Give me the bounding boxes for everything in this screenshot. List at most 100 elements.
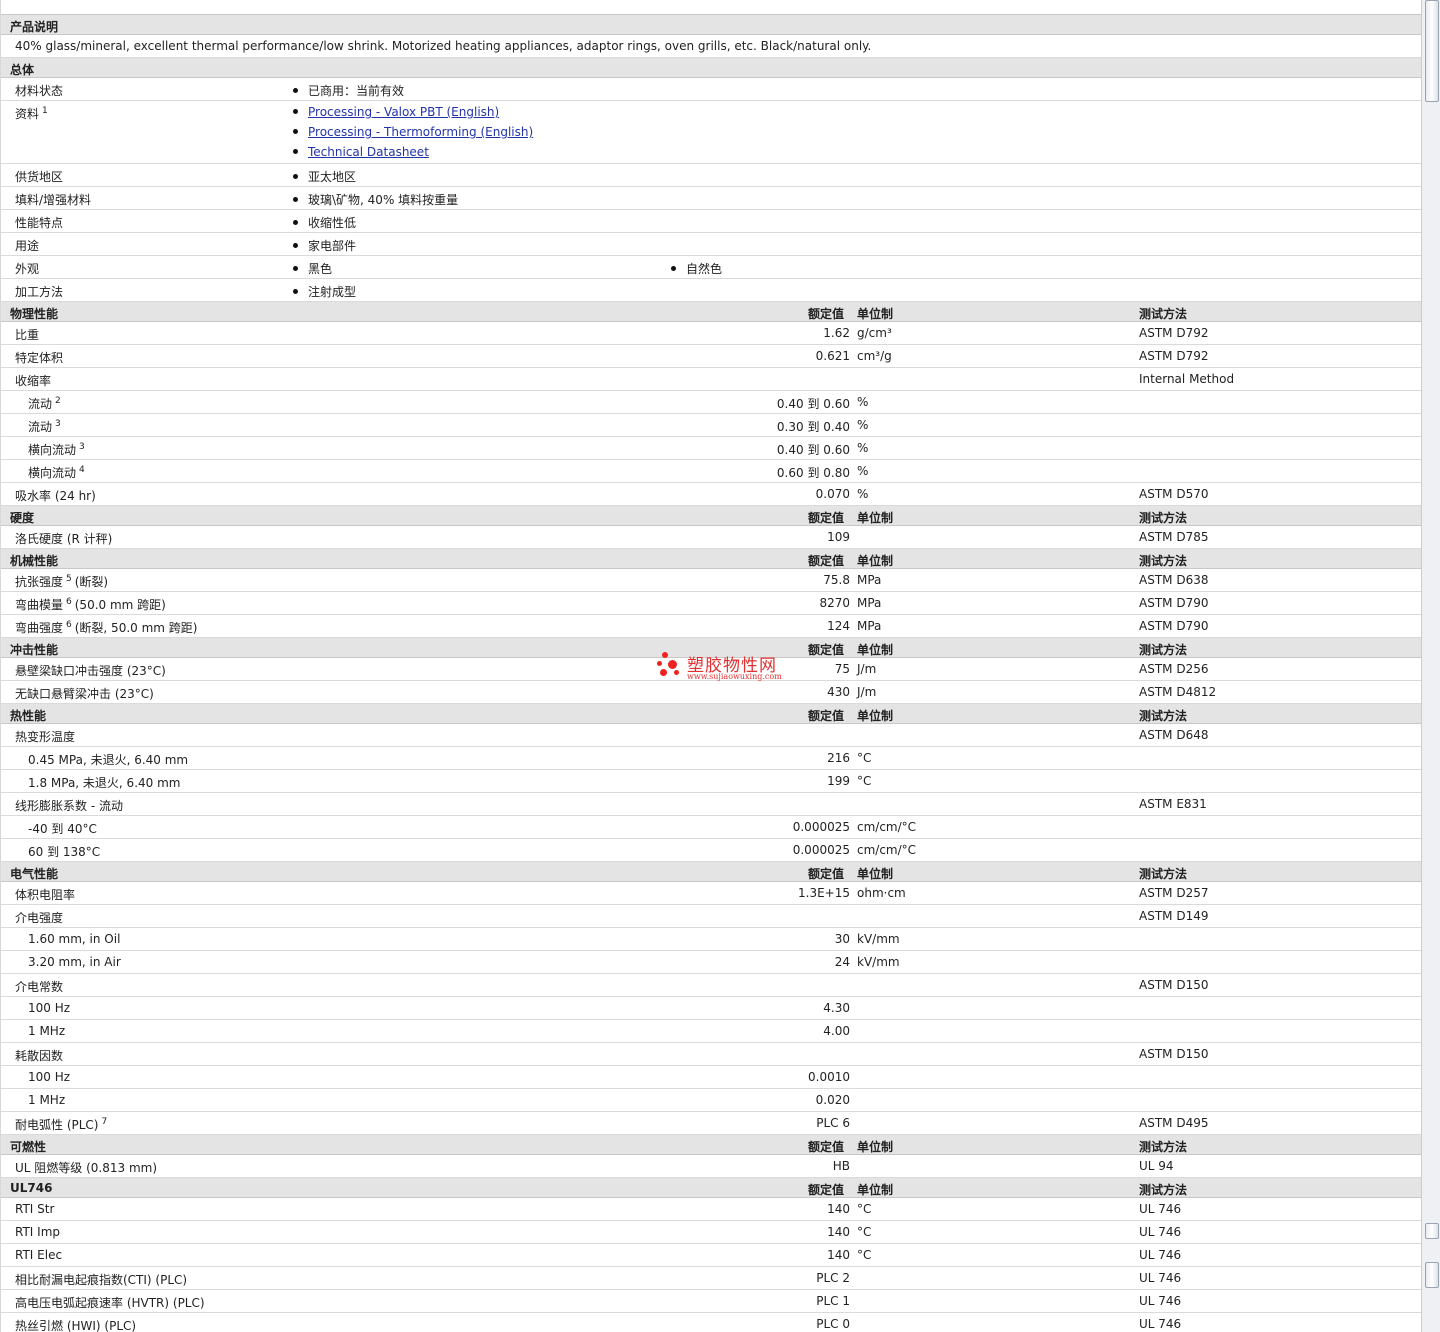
property-row: 高电压电弧起痕速率 (HVTR) (PLC) PLC 1 UL 746 — [1, 1290, 1421, 1313]
property-label-text: 特定体积 — [15, 351, 64, 365]
property-label: 收缩率 — [15, 372, 51, 389]
property-unit: °C — [857, 751, 872, 765]
property-value: 0.000025 — [792, 820, 850, 834]
bullet-text: 黑色 — [308, 262, 333, 276]
column-header-test: 测试方法 — [1139, 511, 1188, 525]
property-label-text: 材料状态 — [15, 84, 64, 98]
column-header-test: 测试方法 — [1139, 307, 1188, 321]
bullet-item: 收缩性低 — [293, 214, 356, 231]
property-value: 24 — [834, 955, 850, 969]
section-title: UL746 — [10, 1181, 53, 1195]
vertical-scrollbar[interactable] — [1421, 0, 1440, 1332]
property-label: 弯曲强度 6 (断裂, 50.0 mm 跨距) — [15, 619, 197, 636]
property-label: 1.60 mm, in Oil — [28, 932, 120, 946]
property-value: 216 — [827, 751, 850, 765]
column-header-test: 测试方法 — [1139, 867, 1188, 881]
property-row: 横向流动 3 0.40 到 0.60% — [1, 437, 1421, 460]
property-label: 外观 — [15, 260, 39, 277]
property-label: 1 MHz — [28, 1093, 65, 1107]
column-header-value: 额定值 — [808, 307, 845, 321]
property-label-text: 1.60 mm, in Oil — [28, 932, 121, 946]
property-value: PLC 2 — [816, 1271, 850, 1285]
property-label-text: 洛氏硬度 (R 计秤) — [15, 532, 113, 546]
footnote-ref: 4 — [79, 465, 85, 475]
property-label-text: 弯曲模量 — [15, 598, 64, 612]
property-label: 耐电弧性 (PLC) 7 — [15, 1116, 107, 1133]
section-title: 产品说明 — [10, 20, 59, 34]
property-row: 100 Hz 0.0010 — [1, 1066, 1421, 1089]
property-row: 弯曲模量 6 (50.0 mm 跨距) 8270 MPa ASTM D790 — [1, 592, 1421, 615]
property-label: 抗张强度 5 (断裂) — [15, 573, 108, 590]
property-value: 0.30 到 0.40 — [776, 420, 850, 434]
property-label: 资料 1 — [15, 105, 48, 122]
property-label: 弯曲模量 6 (50.0 mm 跨距) — [15, 596, 166, 613]
bullet-icon — [293, 220, 298, 225]
bullet-item: 注射成型 — [293, 283, 356, 300]
property-label-text: 流动 — [28, 420, 53, 434]
document-link[interactable]: Processing - Thermoforming (English) — [308, 125, 533, 139]
property-unit: MPa — [857, 619, 882, 633]
property-row: 无缺口悬臂梁冲击 (23°C) 430 J/m ASTM D4812 — [1, 681, 1421, 704]
column-header-test: 测试方法 — [1139, 1140, 1188, 1154]
property-label-text: 无缺口悬臂梁冲击 (23°C) — [15, 687, 154, 701]
test-method: ASTM D790 — [1139, 619, 1209, 633]
property-value: 0.070 — [815, 487, 850, 501]
property-label: 填料/增强材料 — [15, 191, 91, 208]
watermark-url: www.sujiaowuxing.com — [687, 672, 782, 681]
document-link[interactable]: Processing - Valox PBT (English) — [308, 105, 499, 119]
general-row: 资料 1 Processing - Valox PBT (English) Proce… — [1, 101, 1421, 164]
property-row: 介电强度 ASTM D149 — [1, 905, 1421, 928]
property-label-text: 加工方法 — [15, 285, 64, 299]
section-header: 热性能 额定值 单位制 测试方法 — [1, 704, 1421, 724]
property-value: PLC 6 — [816, 1116, 850, 1130]
bullet-item: 自然色 — [671, 260, 722, 277]
test-method: Internal Method — [1139, 372, 1235, 386]
property-value: 0.621 — [815, 349, 850, 363]
column-header-unit: 单位制 — [857, 307, 894, 321]
bullet-item: 黑色 — [293, 260, 332, 277]
property-unit: g/cm³ — [857, 326, 892, 340]
bullet-icon — [293, 149, 298, 154]
property-row: 介电常数 ASTM D150 — [1, 974, 1421, 997]
document-link[interactable]: Technical Datasheet — [308, 145, 429, 159]
property-label-text: 1 MHz — [28, 1024, 66, 1038]
property-label: 3.20 mm, in Air — [28, 955, 121, 969]
property-unit: °C — [857, 1225, 872, 1239]
property-row: 吸水率 (24 hr) 0.070% ASTM D570 — [1, 483, 1421, 506]
property-label: 流动 2 — [28, 395, 61, 412]
property-row: 3.20 mm, in Air 24 kV/mm — [1, 951, 1421, 974]
property-label-text: 耐电弧性 (PLC) — [15, 1118, 99, 1132]
property-label-text: 3.20 mm, in Air — [28, 955, 121, 969]
scrollbar-thumb[interactable] — [1425, 0, 1439, 102]
property-row: 特定体积 0.621 cm³/g ASTM D792 — [1, 345, 1421, 368]
property-value: 140 — [827, 1202, 850, 1216]
section-header: UL746 额定值 单位制 测试方法 — [1, 1178, 1421, 1198]
column-header-unit: 单位制 — [857, 511, 894, 525]
test-method: ASTM D150 — [1139, 978, 1209, 992]
property-value: 430 — [827, 685, 850, 699]
property-label: 洛氏硬度 (R 计秤) — [15, 530, 112, 547]
section-header: 电气性能 额定值 单位制 测试方法 — [1, 862, 1421, 882]
general-row: 外观 黑色 自然色 — [1, 256, 1421, 279]
property-label-text: 吸水率 (24 hr) — [15, 489, 96, 503]
property-unit: MPa — [857, 596, 882, 610]
property-label-text: 1 MHz — [28, 1093, 66, 1107]
property-label-text: 高电压电弧起痕速率 (HVTR) (PLC) — [15, 1296, 205, 1310]
property-value: 0.000025 — [792, 843, 850, 857]
property-row: 收缩率 Internal Method — [1, 368, 1421, 391]
bullet-icon — [671, 266, 676, 271]
property-label: 加工方法 — [15, 283, 63, 300]
property-row: 60 到 138°C 0.000025 cm/cm/°C — [1, 839, 1421, 862]
property-row: 1 MHz 4.00 — [1, 1020, 1421, 1043]
property-label-text: 用途 — [15, 239, 40, 253]
property-label-text: 资料 — [15, 107, 40, 121]
bullet-item: Processing - Valox PBT (English) — [293, 105, 499, 119]
property-label-text: 填料/增强材料 — [15, 193, 92, 207]
property-row: 线形膨胀系数 - 流动 ASTM E831 — [1, 793, 1421, 816]
property-label: 1 MHz — [28, 1024, 65, 1038]
property-row: 相比耐漏电起痕指数(CTI) (PLC) PLC 2 UL 746 — [1, 1267, 1421, 1290]
test-method: ASTM D495 — [1139, 1116, 1209, 1130]
property-unit: cm³/g — [857, 349, 892, 363]
property-label-text: 性能特点 — [15, 216, 64, 230]
property-value: 0.40 到 0.60 — [776, 397, 850, 411]
